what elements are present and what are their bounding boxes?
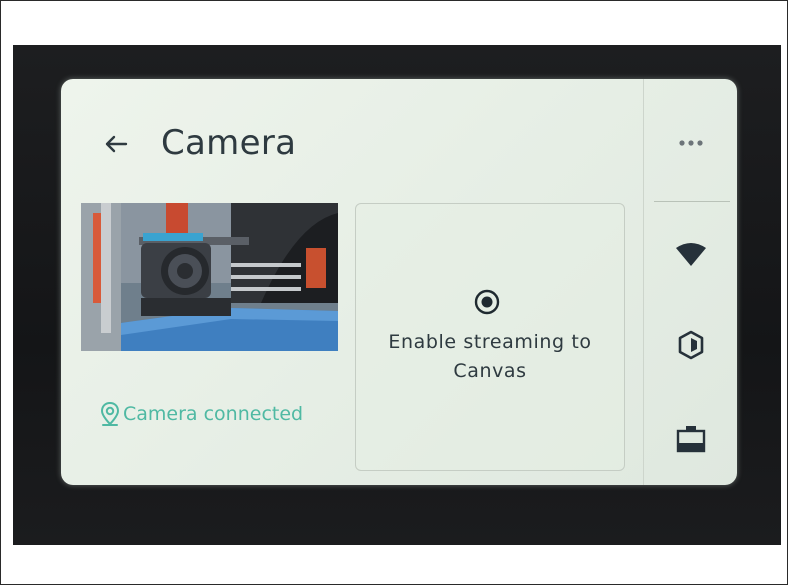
location-pin-icon — [99, 401, 121, 427]
photo-frame: Camera Camera connected Enable streaming… — [0, 0, 788, 585]
sidebar — [643, 79, 737, 485]
page-title: Camera — [161, 123, 297, 163]
enable-streaming-button[interactable]: Enable streaming to Canvas — [355, 203, 625, 471]
sidebar-divider — [654, 201, 730, 202]
filament-hexagon-icon[interactable] — [666, 325, 716, 365]
touch-screen: Camera Camera connected Enable streaming… — [61, 79, 737, 485]
build-plate-icon[interactable] — [666, 419, 716, 459]
camera-status-text: Camera connected — [123, 403, 304, 425]
camera-status: Camera connected — [99, 401, 303, 427]
enable-streaming-label: Enable streaming to Canvas — [388, 331, 592, 382]
back-arrow-icon[interactable] — [101, 129, 131, 159]
camera-preview-image[interactable] — [81, 203, 338, 351]
more-dots-icon[interactable] — [666, 123, 716, 163]
wifi-icon[interactable] — [666, 235, 716, 275]
main-area: Camera Camera connected Enable streaming… — [61, 79, 643, 485]
radio-selected-icon — [473, 288, 501, 316]
